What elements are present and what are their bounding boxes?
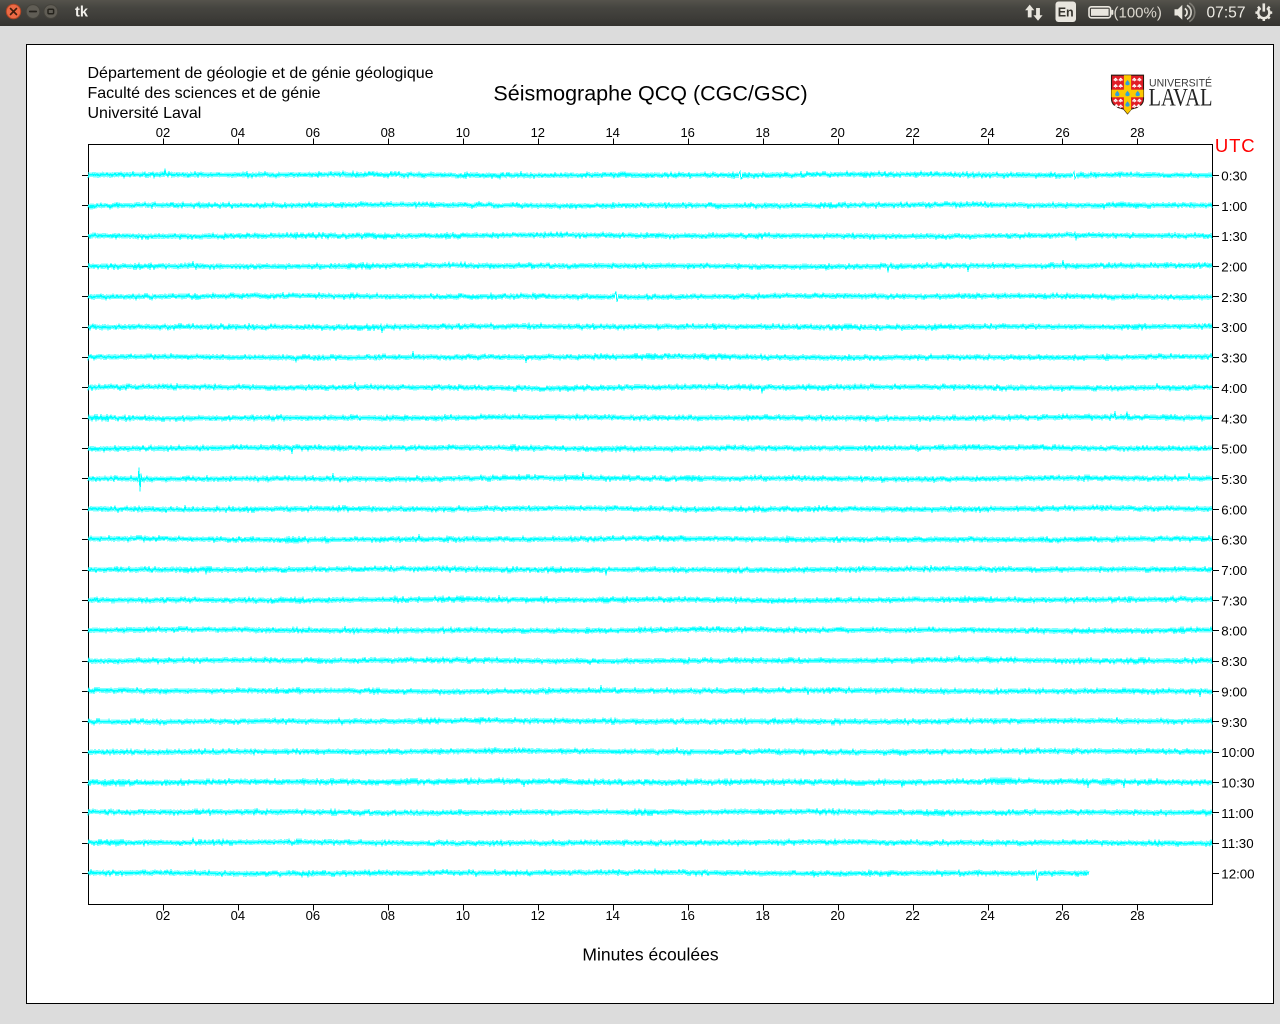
svg-text:9:00: 9:00 <box>1221 684 1247 699</box>
svg-text:18: 18 <box>755 125 769 140</box>
svg-text:02: 02 <box>156 908 170 923</box>
svg-text:28: 28 <box>1130 125 1144 140</box>
svg-text:Département de géologie et de: Département de géologie et de génie géol… <box>88 65 434 82</box>
svg-text:20: 20 <box>830 125 844 140</box>
svg-text:10: 10 <box>456 908 470 923</box>
svg-text:08: 08 <box>381 125 395 140</box>
svg-text:10:30: 10:30 <box>1221 776 1254 791</box>
svg-text:28: 28 <box>1130 908 1144 923</box>
svg-text:En: En <box>1058 5 1074 19</box>
svg-text:8:00: 8:00 <box>1221 624 1247 639</box>
svg-text:18: 18 <box>755 908 769 923</box>
svg-text:04: 04 <box>231 125 245 140</box>
svg-text:9:30: 9:30 <box>1221 715 1247 730</box>
svg-text:6:30: 6:30 <box>1221 533 1247 548</box>
svg-text:4:30: 4:30 <box>1221 411 1247 426</box>
svg-text:14: 14 <box>605 125 619 140</box>
svg-text:10:00: 10:00 <box>1221 745 1254 760</box>
svg-text:LAVAL: LAVAL <box>1149 85 1213 112</box>
svg-text:Séismographe QCQ (CGC/GSC): Séismographe QCQ (CGC/GSC) <box>493 82 807 106</box>
svg-text:Faculté des sciences et de gén: Faculté des sciences et de génie <box>88 85 321 102</box>
svg-text:8:30: 8:30 <box>1221 654 1247 669</box>
svg-text:2:00: 2:00 <box>1221 260 1247 275</box>
svg-text:12: 12 <box>531 125 545 140</box>
svg-text:20: 20 <box>830 908 844 923</box>
svg-text:12:00: 12:00 <box>1221 867 1254 882</box>
svg-text:26: 26 <box>1055 125 1069 140</box>
svg-text:04: 04 <box>231 908 245 923</box>
svg-text:10: 10 <box>456 125 470 140</box>
svg-text:UTC: UTC <box>1215 135 1256 156</box>
svg-text:16: 16 <box>680 125 694 140</box>
svg-text:12: 12 <box>531 908 545 923</box>
svg-text:3:00: 3:00 <box>1221 320 1247 335</box>
svg-text:4:00: 4:00 <box>1221 381 1247 396</box>
svg-text:26: 26 <box>1055 908 1069 923</box>
svg-text:6:00: 6:00 <box>1221 502 1247 517</box>
svg-text:7:00: 7:00 <box>1221 563 1247 578</box>
svg-text:02: 02 <box>156 125 170 140</box>
svg-text:Université Laval: Université Laval <box>88 105 202 122</box>
svg-text:06: 06 <box>306 125 320 140</box>
svg-text:16: 16 <box>680 908 694 923</box>
svg-text:1:00: 1:00 <box>1221 199 1247 214</box>
svg-text:(100%): (100%) <box>1114 4 1162 21</box>
svg-text:14: 14 <box>605 908 619 923</box>
svg-text:tk: tk <box>75 5 89 21</box>
svg-text:Minutes écoulées: Minutes écoulées <box>582 945 718 965</box>
svg-text:07:57: 07:57 <box>1207 5 1246 22</box>
svg-text:11:00: 11:00 <box>1221 806 1253 821</box>
svg-text:24: 24 <box>980 125 994 140</box>
svg-text:7:30: 7:30 <box>1221 593 1247 608</box>
svg-text:0:30: 0:30 <box>1221 169 1247 184</box>
svg-text:1:30: 1:30 <box>1221 229 1247 244</box>
svg-text:22: 22 <box>905 908 919 923</box>
svg-text:5:00: 5:00 <box>1221 442 1247 457</box>
svg-text:24: 24 <box>980 908 994 923</box>
svg-text:3:30: 3:30 <box>1221 351 1247 366</box>
svg-text:5:30: 5:30 <box>1221 472 1247 487</box>
svg-text:11:30: 11:30 <box>1221 836 1253 851</box>
svg-text:06: 06 <box>306 908 320 923</box>
svg-text:2:30: 2:30 <box>1221 290 1247 305</box>
svg-text:08: 08 <box>381 908 395 923</box>
svg-text:22: 22 <box>905 125 919 140</box>
